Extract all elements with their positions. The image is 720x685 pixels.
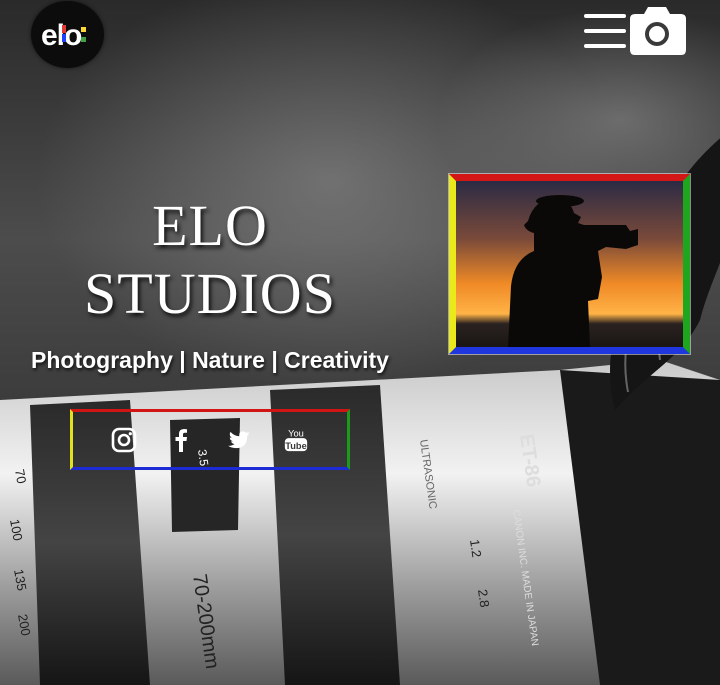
hero-title: ELO STUDIOS bbox=[40, 192, 380, 328]
menu-button[interactable] bbox=[584, 5, 688, 59]
hamburger-icon bbox=[584, 12, 626, 52]
youtube-icon: You Tube bbox=[285, 428, 308, 451]
twitter-icon bbox=[227, 430, 250, 448]
elo-logo-icon: elo bbox=[41, 19, 86, 52]
logo-text: elo bbox=[41, 19, 82, 52]
lens-marking: 70 bbox=[12, 468, 29, 485]
photographer-silhouette-image bbox=[456, 181, 683, 347]
hero-title-line-2: STUDIOS bbox=[84, 261, 336, 326]
social-links: You Tube bbox=[70, 409, 350, 470]
facebook-link[interactable] bbox=[164, 423, 198, 457]
instagram-icon bbox=[111, 427, 137, 452]
featured-photo-frame bbox=[449, 174, 690, 354]
facebook-icon bbox=[175, 428, 188, 452]
youtube-icon-text-top: You bbox=[288, 428, 304, 438]
hero-title-line-1: ELO bbox=[152, 193, 268, 258]
lens-marking: 1.2 bbox=[467, 538, 484, 558]
camera-icon bbox=[630, 7, 686, 55]
lens-marking: 2.8 bbox=[475, 588, 492, 608]
elo-logo[interactable]: elo bbox=[31, 1, 104, 68]
youtube-link[interactable]: You Tube bbox=[279, 423, 313, 457]
hero-tagline: Photography | Nature | Creativity bbox=[31, 347, 389, 373]
instagram-link[interactable] bbox=[107, 423, 141, 457]
twitter-link[interactable] bbox=[222, 423, 256, 457]
youtube-icon-text-bottom: Tube bbox=[286, 440, 307, 450]
